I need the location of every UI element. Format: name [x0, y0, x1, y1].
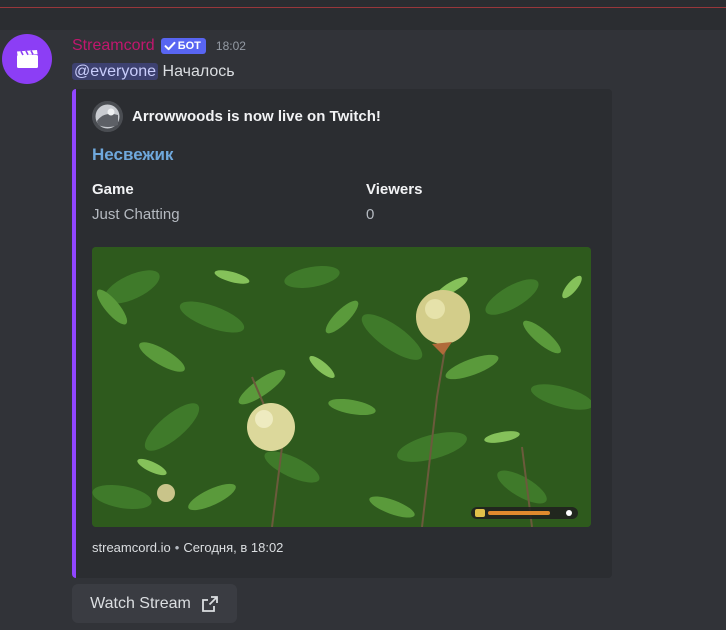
stream-embed: Arrowwoods is now live on Twitch! Несвеж… [72, 89, 612, 578]
field-value: 0 [366, 206, 375, 223]
message-content: @everyone Началось [72, 60, 235, 84]
field-value: Just Chatting [92, 206, 180, 223]
everyone-mention[interactable]: @everyone [72, 63, 159, 80]
channel-top-bar [0, 0, 726, 30]
embed-field-game: Game Just Chatting [92, 181, 180, 228]
embed-title[interactable]: Несвежик [92, 145, 173, 165]
bot-tag: БОТ [160, 38, 206, 54]
bot-tag-label: БОТ [177, 40, 201, 52]
embed-field-viewers: Viewers 0 [366, 181, 422, 228]
watch-stream-button[interactable]: Watch Stream [72, 584, 237, 623]
footer-time: Сегодня, в 18:02 [183, 540, 284, 555]
watch-stream-label: Watch Stream [90, 594, 191, 612]
checkmark-icon [164, 41, 176, 51]
embed-footer: streamcord.io • Сегодня, в 18:02 [92, 540, 283, 555]
footer-separator: • [174, 540, 180, 555]
avatar[interactable] [2, 34, 52, 84]
field-name: Game [92, 181, 134, 198]
embed-author: Arrowwoods is now live on Twitch! [92, 101, 381, 132]
stream-preview-image[interactable] [92, 247, 591, 527]
clapperboard-icon [17, 50, 38, 68]
new-messages-divider [0, 7, 726, 8]
external-link-icon [201, 595, 218, 612]
footer-site: streamcord.io [92, 540, 171, 555]
message-text: Началось [162, 63, 235, 80]
message-header: Streamcord БОТ 18:02 [72, 36, 246, 56]
embed-author-name[interactable]: Arrowwoods is now live on Twitch! [132, 108, 381, 125]
field-name: Viewers [366, 181, 423, 198]
username[interactable]: Streamcord [72, 37, 155, 55]
timestamp[interactable]: 18:02 [216, 39, 246, 53]
author-avatar [92, 101, 123, 132]
